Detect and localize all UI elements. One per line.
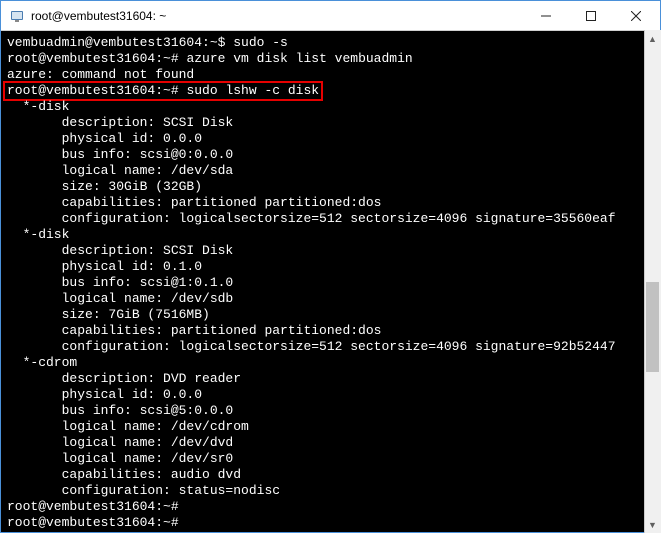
minimize-button[interactable] [523,1,568,30]
window-controls [523,1,658,30]
terminal-line-highlighted: root@vembutest31604:~# sudo lshw -c disk [7,83,654,99]
cdrom-logical-name: logical name: /dev/sr0 [7,451,654,467]
cdrom-header: *-cdrom [7,355,654,371]
disk-logical-name: logical name: /dev/sda [7,163,654,179]
close-button[interactable] [613,1,658,30]
disk-configuration: configuration: logicalsectorsize=512 sec… [7,211,654,227]
disk-description: description: SCSI Disk [7,243,654,259]
app-icon [9,8,25,24]
terminal-window: root@vembutest31604: ~ vembuadmin@vembut… [0,0,661,533]
cdrom-bus-info: bus info: scsi@5:0.0.0 [7,403,654,419]
window-title: root@vembutest31604: ~ [31,9,523,23]
terminal-prompt: root@vembutest31604:~# [7,499,654,515]
scroll-up-arrow[interactable]: ▲ [644,30,661,47]
cdrom-description: description: DVD reader [7,371,654,387]
disk-header: *-disk [7,99,654,115]
terminal-line: root@vembutest31604:~# azure vm disk lis… [7,51,654,67]
disk-bus-info: bus info: scsi@1:0.1.0 [7,275,654,291]
disk-header: *-disk [7,227,654,243]
highlight-box: root@vembutest31604:~# sudo lshw -c disk [3,81,323,101]
maximize-button[interactable] [568,1,613,30]
terminal-line: vembuadmin@vembutest31604:~$ sudo -s [7,35,654,51]
disk-logical-name: logical name: /dev/sdb [7,291,654,307]
cdrom-logical-name: logical name: /dev/cdrom [7,419,654,435]
scroll-down-arrow[interactable]: ▼ [644,516,661,533]
disk-capabilities: capabilities: partitioned partitioned:do… [7,195,654,211]
disk-size: size: 30GiB (32GB) [7,179,654,195]
disk-capabilities: capabilities: partitioned partitioned:do… [7,323,654,339]
disk-physical-id: physical id: 0.0.0 [7,131,654,147]
cdrom-configuration: configuration: status=nodisc [7,483,654,499]
terminal-prompt: root@vembutest31604:~# [7,515,654,531]
cdrom-logical-name: logical name: /dev/dvd [7,435,654,451]
disk-physical-id: physical id: 0.1.0 [7,259,654,275]
terminal-content[interactable]: vembuadmin@vembutest31604:~$ sudo -sroot… [1,31,660,532]
cdrom-physical-id: physical id: 0.0.0 [7,387,654,403]
disk-description: description: SCSI Disk [7,115,654,131]
disk-bus-info: bus info: scsi@0:0.0.0 [7,147,654,163]
disk-size: size: 7GiB (7516MB) [7,307,654,323]
disk-configuration: configuration: logicalsectorsize=512 sec… [7,339,654,355]
scrollbar[interactable]: ▲ ▼ [644,30,661,533]
scroll-thumb[interactable] [646,282,659,372]
cdrom-capabilities: capabilities: audio dvd [7,467,654,483]
titlebar[interactable]: root@vembutest31604: ~ [1,1,660,31]
